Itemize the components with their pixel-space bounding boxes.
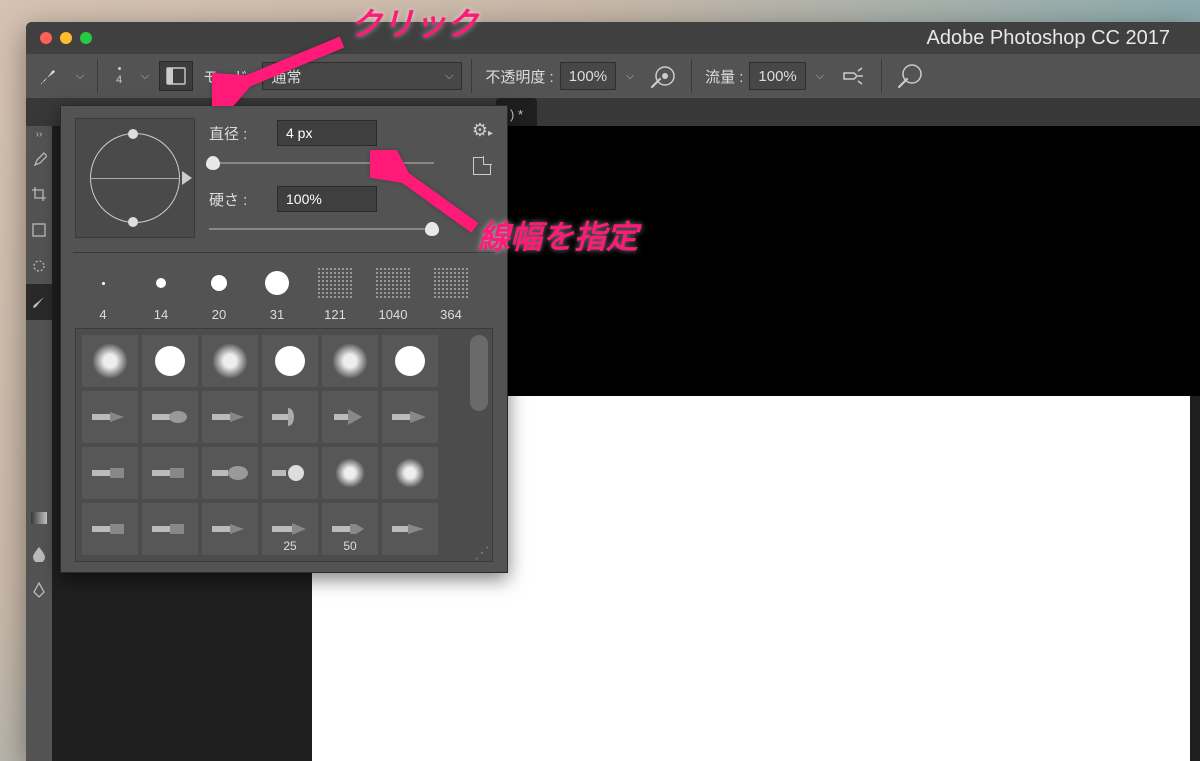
toolbar: ››	[26, 126, 52, 761]
brush-preset-cell[interactable]	[382, 503, 438, 555]
hardness-input[interactable]: 100%	[277, 186, 377, 212]
brush-preset-cell[interactable]	[382, 447, 438, 499]
brush-preset-preview[interactable]: 4	[107, 58, 131, 94]
brush-preset-cell[interactable]	[82, 391, 138, 443]
brush-preset-cell[interactable]: 25	[262, 503, 318, 555]
close-window-button[interactable]	[40, 32, 52, 44]
flow-label: 流量 :	[705, 66, 743, 87]
opacity-input[interactable]: 100%	[560, 62, 616, 90]
titlebar[interactable]: Adobe Photoshop CC 2017	[26, 22, 1200, 54]
brush-preset-cell[interactable]	[382, 335, 438, 387]
desktop-background	[0, 0, 26, 761]
brush-preset-cell[interactable]	[202, 335, 258, 387]
brush-preset-cell[interactable]	[142, 503, 198, 555]
brush-preset-cell[interactable]	[322, 391, 378, 443]
brush-preset-cell[interactable]	[142, 391, 198, 443]
brush-preset-cell[interactable]	[322, 335, 378, 387]
chevron-down-icon: ⌵	[445, 70, 453, 83]
annotation-click: クリック	[350, 0, 478, 45]
flow-input[interactable]: 100%	[749, 62, 805, 90]
brush-preset-item[interactable]: 14	[135, 265, 187, 322]
brush-preset-cell[interactable]: 50	[322, 503, 378, 555]
brush-preset-item[interactable]: 20	[193, 265, 245, 322]
brush-preset-grid: 25 50 ⋰	[75, 328, 493, 562]
tool-eyedropper[interactable]	[26, 140, 52, 176]
brush-preset-cell[interactable]	[82, 447, 138, 499]
hardness-label: 硬さ :	[209, 189, 267, 210]
brush-preset-cell[interactable]	[262, 335, 318, 387]
pressure-opacity-button[interactable]	[644, 61, 682, 91]
toggle-brush-panel-button[interactable]	[159, 61, 193, 91]
minimize-window-button[interactable]	[60, 32, 72, 44]
window-controls	[26, 32, 92, 44]
expand-toolbar-icon[interactable]: ››	[36, 130, 43, 140]
options-bar: ⌵ 4 ⌵ モード : 通常 ⌵ 不透明度 : 100% ⌵ 流量 : 100%…	[26, 54, 1200, 98]
tool-frame[interactable]	[26, 212, 52, 248]
tool-gradient[interactable]	[26, 500, 52, 536]
annotation-arrow-click	[212, 36, 352, 106]
brush-preset-cell[interactable]	[82, 335, 138, 387]
brush-angle-control[interactable]	[75, 118, 195, 238]
preset-grid-scrollbar[interactable]	[470, 335, 488, 411]
diameter-label: 直径 :	[209, 123, 267, 144]
tool-preset-dropdown[interactable]: ⌵	[72, 61, 88, 91]
opacity-label: 不透明度 :	[485, 66, 553, 87]
brush-preset-size: 4	[116, 74, 122, 86]
opacity-dropdown[interactable]: ⌵	[622, 61, 638, 91]
diameter-input[interactable]: 4 px	[277, 120, 377, 146]
brush-preset-cell[interactable]	[322, 447, 378, 499]
brush-size-presets: 4 14 20 31 121 1040 364	[75, 261, 493, 328]
brush-preset-item[interactable]: 364	[425, 265, 477, 322]
brush-preset-cell[interactable]	[82, 503, 138, 555]
brush-preset-item[interactable]: 121	[309, 265, 361, 322]
brush-preset-cell[interactable]	[382, 391, 438, 443]
brush-preset-cell[interactable]	[142, 335, 198, 387]
airbrush-button[interactable]	[834, 61, 872, 91]
brush-preset-cell[interactable]	[142, 447, 198, 499]
flow-dropdown[interactable]: ⌵	[812, 61, 828, 91]
tool-icon-brush[interactable]	[32, 61, 66, 91]
annotation-arrow-line-width	[370, 150, 490, 240]
brush-preset-cell[interactable]	[202, 447, 258, 499]
pressure-size-button[interactable]	[891, 61, 929, 91]
resize-grip-icon[interactable]: ⋰	[474, 549, 488, 559]
brush-preset-dropdown[interactable]: ⌵	[137, 61, 153, 91]
brush-preset-item[interactable]: 31	[251, 265, 303, 322]
tool-blur[interactable]	[26, 536, 52, 572]
brush-preset-item[interactable]: 4	[77, 265, 129, 322]
gear-icon[interactable]: ⚙▸	[472, 120, 493, 141]
brush-preset-cell[interactable]	[202, 391, 258, 443]
zoom-window-button[interactable]	[80, 32, 92, 44]
brush-preset-item[interactable]: 1040	[367, 265, 419, 322]
brush-preset-cell[interactable]	[262, 391, 318, 443]
annotation-line-width: 線幅を指定	[478, 212, 638, 258]
brush-preset-cell[interactable]	[262, 447, 318, 499]
tool-crop[interactable]	[26, 176, 52, 212]
brush-preset-cell[interactable]	[202, 503, 258, 555]
tool-brush-active[interactable]	[26, 284, 52, 320]
tool-spot-heal[interactable]	[26, 248, 52, 284]
tool-pen[interactable]	[26, 572, 52, 608]
